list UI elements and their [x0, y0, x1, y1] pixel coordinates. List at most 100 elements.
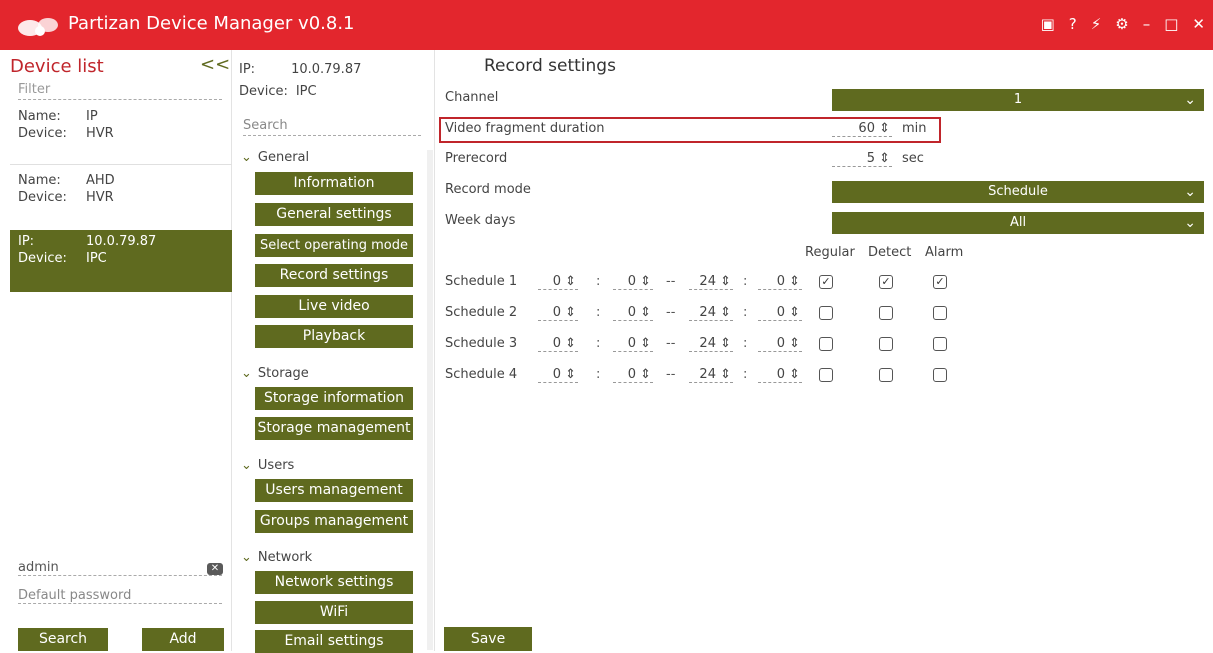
end-minute-input[interactable]: 0 ⇕: [758, 367, 802, 383]
title-bar: Partizan Device Manager v0.8.1 ▣ ? ⚡ ⚙ –…: [0, 0, 1213, 50]
log-icon[interactable]: ▣: [1041, 14, 1055, 34]
start-hour-input[interactable]: 0 ⇕: [538, 367, 578, 383]
section-storage[interactable]: ⌄ Storage: [241, 366, 309, 381]
nav-record-settings[interactable]: Record settings: [255, 264, 413, 287]
device-label: Device:: [239, 84, 288, 99]
nav-information[interactable]: Information: [255, 172, 413, 195]
column-detect: Detect: [868, 245, 912, 260]
chevron-down-icon: ⌄: [1184, 184, 1196, 200]
nav-select-operating-mode[interactable]: Select operating mode: [255, 234, 413, 257]
prerecord-label: Prerecord: [445, 151, 508, 166]
nav-search-input[interactable]: Search: [243, 118, 421, 136]
alarm-checkbox[interactable]: ✓: [933, 275, 947, 289]
device-filter-input[interactable]: Filter: [18, 82, 222, 100]
range-separator: --: [666, 367, 676, 382]
nav-scrollbar[interactable]: [427, 150, 433, 650]
device-list-panel: Device list << Filter Name: IP Device: HVR…: [0, 50, 232, 651]
nav-playback[interactable]: Playback: [255, 325, 413, 348]
add-button[interactable]: Add: [142, 628, 224, 651]
gear-icon[interactable]: ⚙: [1115, 14, 1128, 34]
device-value: IPC: [295, 84, 317, 99]
regular-checkbox[interactable]: [819, 368, 833, 382]
end-minute-input[interactable]: 0 ⇕: [758, 336, 802, 352]
channel-label: Channel: [445, 90, 499, 105]
end-hour-input[interactable]: 24 ⇕: [689, 305, 733, 321]
time-separator: :: [743, 336, 748, 351]
end-hour-input[interactable]: 24 ⇕: [689, 336, 733, 352]
ip-value: 10.0.79.87: [291, 62, 362, 77]
prerecord-input[interactable]: 5 ⇕: [832, 151, 892, 167]
username-field[interactable]: admin: [18, 560, 222, 576]
search-button[interactable]: Search: [18, 628, 108, 651]
chevron-down-icon: ⌄: [241, 150, 252, 165]
fragment-unit: min: [902, 121, 927, 136]
range-separator: --: [666, 305, 676, 320]
detect-checkbox[interactable]: [879, 368, 893, 382]
device-item-selected[interactable]: IP: 10.0.79.87 Device: IPC: [10, 230, 232, 292]
maximize-icon[interactable]: □: [1164, 14, 1178, 34]
device-item[interactable]: Name: AHD Device: HVR: [10, 172, 232, 206]
section-network[interactable]: ⌄ Network: [241, 550, 312, 565]
regular-checkbox[interactable]: ✓: [819, 275, 833, 289]
schedule-label: Schedule 3: [445, 336, 518, 351]
time-separator: :: [596, 336, 601, 351]
alarm-checkbox[interactable]: [933, 306, 947, 320]
settings-nav-panel: IP: 10.0.79.87 Device: IPC Search ⌄ General…: [233, 50, 435, 653]
start-hour-input[interactable]: 0 ⇕: [538, 305, 578, 321]
minimize-icon[interactable]: –: [1143, 14, 1151, 34]
end-minute-input[interactable]: 0 ⇕: [758, 305, 802, 321]
record-mode-select[interactable]: Schedule ⌄: [832, 181, 1204, 203]
regular-checkbox[interactable]: [819, 306, 833, 320]
divider: [10, 164, 232, 165]
end-hour-input[interactable]: 24 ⇕: [689, 274, 733, 290]
time-separator: :: [743, 305, 748, 320]
page-title: Record settings: [484, 56, 616, 76]
start-minute-input[interactable]: 0 ⇕: [613, 305, 653, 321]
start-minute-input[interactable]: 0 ⇕: [613, 336, 653, 352]
start-minute-input[interactable]: 0 ⇕: [613, 367, 653, 383]
alarm-checkbox[interactable]: [933, 368, 947, 382]
nav-email-settings[interactable]: Email settings: [255, 630, 413, 653]
range-separator: --: [666, 336, 676, 351]
fragment-duration-input[interactable]: 60 ⇕: [832, 121, 892, 137]
end-minute-input[interactable]: 0 ⇕: [758, 274, 802, 290]
week-days-select[interactable]: All ⌄: [832, 212, 1204, 234]
channel-select[interactable]: 1 ⌄: [832, 89, 1204, 111]
start-hour-input[interactable]: 0 ⇕: [538, 336, 578, 352]
detect-checkbox[interactable]: [879, 306, 893, 320]
alarm-checkbox[interactable]: [933, 337, 947, 351]
app-title: Partizan Device Manager v0.8.1: [68, 13, 355, 34]
nav-network-settings[interactable]: Network settings: [255, 571, 413, 594]
time-separator: :: [743, 367, 748, 382]
chevron-down-icon: ⌄: [241, 550, 252, 565]
nav-users-management[interactable]: Users management: [255, 479, 413, 502]
close-icon[interactable]: ✕: [1192, 14, 1205, 34]
regular-checkbox[interactable]: [819, 337, 833, 351]
start-hour-input[interactable]: 0 ⇕: [538, 274, 578, 290]
save-button[interactable]: Save: [444, 627, 532, 651]
password-field[interactable]: Default password: [18, 588, 222, 604]
schedule-label: Schedule 2: [445, 305, 518, 320]
nav-live-video[interactable]: Live video: [255, 295, 413, 318]
clear-input-icon[interactable]: ✕: [207, 563, 223, 575]
nav-general-settings[interactable]: General settings: [255, 203, 413, 226]
collapse-panel-icon[interactable]: <<: [200, 54, 230, 75]
detect-checkbox[interactable]: [879, 337, 893, 351]
prerecord-unit: sec: [902, 151, 924, 166]
device-list-heading: Device list: [10, 56, 104, 77]
nav-storage-management[interactable]: Storage management: [255, 417, 413, 440]
chevron-down-icon: ⌄: [1184, 92, 1196, 108]
device-item[interactable]: Name: IP Device: HVR: [10, 108, 232, 142]
help-icon[interactable]: ?: [1069, 14, 1077, 34]
nav-wifi[interactable]: WiFi: [255, 601, 413, 624]
start-minute-input[interactable]: 0 ⇕: [613, 274, 653, 290]
nav-storage-information[interactable]: Storage information: [255, 387, 413, 410]
detect-checkbox[interactable]: ✓: [879, 275, 893, 289]
section-users[interactable]: ⌄ Users: [241, 458, 294, 473]
wand-icon[interactable]: ⚡: [1091, 14, 1102, 34]
section-general[interactable]: ⌄ General: [241, 150, 309, 165]
nav-groups-management[interactable]: Groups management: [255, 510, 413, 533]
end-hour-input[interactable]: 24 ⇕: [689, 367, 733, 383]
time-separator: :: [596, 274, 601, 289]
record-mode-label: Record mode: [445, 182, 531, 197]
